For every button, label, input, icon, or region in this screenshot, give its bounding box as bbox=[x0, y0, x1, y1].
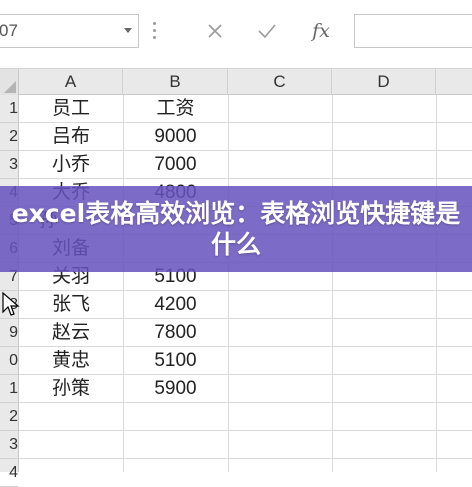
formula-bar: 07 fx bbox=[0, 0, 472, 68]
cell-b8[interactable]: 4200 bbox=[123, 291, 228, 319]
row-header-2[interactable]: 2 bbox=[0, 123, 18, 151]
close-icon bbox=[208, 24, 222, 38]
row-header-13[interactable]: 3 bbox=[0, 431, 18, 459]
column-header-a[interactable]: A bbox=[19, 69, 123, 95]
cell-a2[interactable]: 吕布 bbox=[19, 123, 123, 151]
column-header-row: A B C D bbox=[0, 68, 472, 95]
gridline bbox=[19, 458, 472, 459]
cell-a3[interactable]: 小乔 bbox=[19, 151, 123, 179]
gridline bbox=[228, 95, 229, 472]
cell-b10[interactable]: 5100 bbox=[123, 347, 228, 375]
column-header-c[interactable]: C bbox=[228, 69, 332, 95]
row-header-12[interactable]: 2 bbox=[0, 403, 18, 431]
row-header-14[interactable]: 4 bbox=[0, 459, 18, 487]
cancel-button[interactable] bbox=[194, 14, 236, 48]
select-all-icon bbox=[4, 81, 16, 93]
checkmark-icon bbox=[258, 24, 276, 39]
mouse-cursor-icon bbox=[2, 292, 20, 316]
title-banner: excel表格高效浏览：表格浏览快捷键是什么 bbox=[0, 186, 472, 272]
cell-a10[interactable]: 黄忠 bbox=[19, 347, 123, 375]
formula-buttons: fx bbox=[184, 14, 350, 48]
cell-b1[interactable]: 工资 bbox=[123, 95, 228, 123]
cell-a1[interactable]: 员工 bbox=[19, 95, 123, 123]
cell-a8[interactable]: 张飞 bbox=[19, 291, 123, 319]
name-box[interactable]: 07 bbox=[0, 14, 139, 48]
row-header-1[interactable]: 1 bbox=[0, 95, 18, 123]
select-all-button[interactable] bbox=[0, 69, 19, 95]
column-header-b[interactable]: B bbox=[123, 69, 228, 95]
cell-b2[interactable]: 9000 bbox=[123, 123, 228, 151]
row-header-11[interactable]: 1 bbox=[0, 375, 18, 403]
cell-b11[interactable]: 5900 bbox=[123, 375, 228, 403]
row-header-column: 1 2 3 4 5 6 7 8 9 0 1 2 3 4 bbox=[0, 95, 19, 487]
gridline bbox=[332, 95, 333, 472]
insert-function-button[interactable]: fx bbox=[300, 14, 342, 48]
formula-input[interactable] bbox=[354, 14, 472, 48]
cell-b9[interactable]: 7800 bbox=[123, 319, 228, 347]
row-header-9[interactable]: 9 bbox=[0, 319, 18, 347]
row-header-10[interactable]: 0 bbox=[0, 347, 18, 375]
name-box-value: 07 bbox=[0, 21, 18, 40]
column-header-d[interactable]: D bbox=[332, 69, 436, 95]
resize-handle-icon[interactable] bbox=[153, 22, 157, 42]
gridline bbox=[19, 430, 472, 431]
cell-a9[interactable]: 赵云 bbox=[19, 319, 123, 347]
chevron-down-icon[interactable] bbox=[124, 28, 132, 33]
enter-button[interactable] bbox=[246, 14, 288, 48]
cell-b3[interactable]: 7000 bbox=[123, 151, 228, 179]
fx-label: fx bbox=[312, 20, 330, 42]
row-header-3[interactable]: 3 bbox=[0, 151, 18, 179]
banner-title: excel表格高效浏览：表格浏览快捷键是什么 bbox=[11, 199, 461, 259]
cell-a11[interactable]: 孙策 bbox=[19, 375, 123, 403]
gridline bbox=[436, 95, 437, 472]
